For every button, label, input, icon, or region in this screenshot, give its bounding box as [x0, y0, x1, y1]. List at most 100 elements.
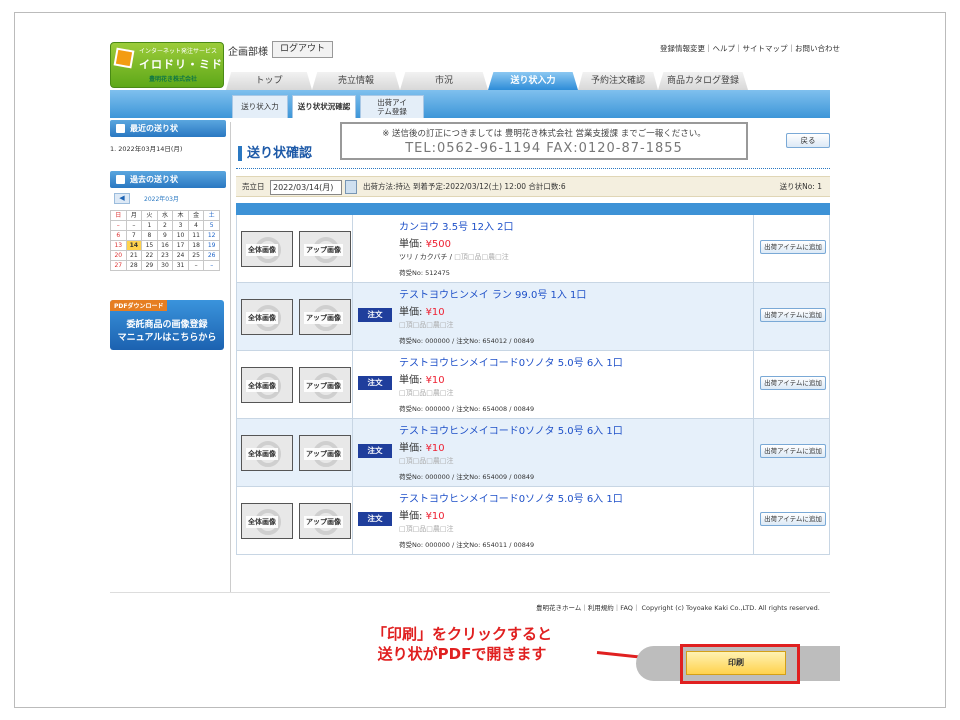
tab-reservation[interactable]: 予約注文確認: [578, 72, 658, 90]
full-image-thumb[interactable]: 全体画像: [241, 231, 293, 267]
item-numbers: 荷受No: 000000 / 注文No: 654008 / 00849: [399, 405, 535, 413]
tab-catalog[interactable]: 商品カタログ登録: [658, 72, 748, 90]
sale-date-input[interactable]: 2022/03/14(月): [270, 180, 342, 195]
prev-month-button[interactable]: ◀: [114, 193, 130, 204]
tab-top[interactable]: トップ: [226, 72, 312, 90]
recent-invoices-header: 最近の送り状: [110, 120, 226, 137]
calendar-week: 27 28 29 30 31 – –: [110, 260, 220, 271]
logo-tagline: インターネット発注サービス: [139, 48, 218, 55]
add-shipping-item-button[interactable]: 出荷アイテムに追加: [760, 240, 826, 254]
weekday-mon: 月: [125, 210, 143, 221]
order-badge: 注文: [358, 444, 392, 458]
up-image-label: アップ画像: [304, 448, 343, 460]
add-shipping-item-button[interactable]: 出荷アイテムに追加: [760, 444, 826, 458]
notice-contact: TEL:0562-96-1194 FAX:0120-87-1855: [405, 141, 683, 156]
table-row: 全体画像 アップ画像 注文 テストヨウヒンメイコード0ソノタ 5.0号 6入 1…: [236, 487, 830, 555]
subtab-shipping-item[interactable]: 出荷アイ テム登録: [360, 95, 424, 118]
back-button[interactable]: 戻る: [786, 133, 830, 148]
item-price: 単価: ¥10: [399, 439, 445, 454]
logout-button[interactable]: ログアウト: [272, 41, 334, 58]
calendar: 日 月 火 水 木 金 土 – – 1 2 3 4 5 6 7 8 9 10 1…: [110, 210, 220, 271]
price-value: ¥10: [425, 375, 445, 386]
price-value: ¥10: [425, 511, 445, 522]
up-image-thumb[interactable]: アップ画像: [299, 299, 351, 335]
up-image-label: アップ画像: [304, 244, 343, 256]
item-name: テストヨウヒンメイ ラン 99.0号 1入 1口: [399, 290, 587, 301]
subtab-shipping-item-l1: 出荷アイ: [377, 98, 407, 107]
up-image-thumb[interactable]: アップ画像: [299, 503, 351, 539]
item-price: 単価: ¥10: [399, 507, 445, 522]
pdf-download-tag: PDFダウンロード: [110, 300, 168, 311]
calendar-day: 3: [172, 220, 189, 231]
action-cell: 出荷アイテムに追加: [753, 487, 829, 554]
full-image-label: 全体画像: [246, 516, 278, 528]
account-name: 企画部様: [228, 47, 268, 58]
calendar-month: 2022年03月: [144, 196, 179, 203]
calendar-day: 1: [141, 220, 158, 231]
full-image-label: 全体画像: [246, 312, 278, 324]
image-cell: 全体画像 アップ画像: [237, 215, 353, 282]
subtab-invoice-input[interactable]: 送り状入力: [232, 95, 288, 118]
tab-market[interactable]: 市況: [400, 72, 488, 90]
price-label: 単価:: [399, 375, 423, 386]
order-badge: 注文: [358, 308, 392, 322]
calendar-day: 16: [156, 240, 174, 251]
tab-invoice-input[interactable]: 送り状入力: [488, 72, 578, 90]
calendar-week: 20 21 22 23 24 25 26: [110, 250, 220, 261]
action-cell: 出荷アイテムに追加: [753, 351, 829, 418]
up-image-thumb[interactable]: アップ画像: [299, 231, 351, 267]
image-cell: 全体画像 アップ画像: [237, 351, 353, 418]
pdf-banner-line1: 委託商品の画像登録: [126, 320, 208, 330]
order-badge: 注文: [358, 376, 392, 390]
brand-logo[interactable]: インターネット発注サービス イロドリ・ミドリ 豊明花き株式会社: [110, 42, 224, 88]
up-image-thumb[interactable]: アップ画像: [299, 435, 351, 471]
full-image-thumb[interactable]: 全体画像: [241, 299, 293, 335]
calendar-day: 20: [110, 250, 127, 261]
calendar-day: 25: [187, 250, 205, 261]
add-shipping-item-button[interactable]: 出荷アイテムに追加: [760, 376, 826, 390]
calendar-day: 29: [141, 260, 158, 271]
subtab-shipping-item-l2: テム登録: [377, 107, 407, 116]
calendar-day: –: [203, 260, 220, 271]
price-label: 単価:: [399, 443, 423, 454]
full-image-thumb[interactable]: 全体画像: [241, 367, 293, 403]
recent-invoice-item[interactable]: 1. 2022年03月14日(月): [110, 137, 226, 171]
recent-invoices-title: 最近の送り状: [130, 124, 178, 133]
table-header: [236, 203, 830, 215]
table-row: 全体画像 アップ画像 注文 テストヨウヒンメイコード0ソノタ 5.0号 6入 1…: [236, 419, 830, 487]
header-links[interactable]: 登録情報変更｜ヘルプ｜サイトマップ｜お問い合わせ: [660, 43, 840, 54]
price-label: 単価:: [399, 239, 423, 250]
action-cell: 出荷アイテムに追加: [753, 215, 829, 282]
item-flags: □頂□品□農□注: [454, 253, 509, 261]
item-numbers: 荷受No: 000000 / 注文No: 654011 / 00849: [399, 541, 535, 549]
full-image-label: 全体画像: [246, 448, 278, 460]
calendar-day: –: [125, 220, 143, 231]
calendar-day: 5: [203, 220, 220, 231]
add-shipping-item-button[interactable]: 出荷アイテムに追加: [760, 308, 826, 322]
calendar-day: 9: [156, 230, 174, 241]
calendar-day: 18: [187, 240, 205, 251]
up-image-thumb[interactable]: アップ画像: [299, 367, 351, 403]
item-options: ツリ / カクバチ / □頂□品□農□注: [399, 252, 509, 262]
subtab-invoice-status[interactable]: 送り状状況確認: [292, 95, 356, 118]
add-shipping-item-button[interactable]: 出荷アイテムに追加: [760, 512, 826, 526]
footer-links[interactable]: 豊明花きホーム｜利用規約｜FAQ｜ Copyright (c) Toyoake …: [536, 602, 820, 612]
nav-bar: [110, 90, 830, 118]
calendar-icon[interactable]: [345, 180, 357, 194]
image-cell: 全体画像 アップ画像: [237, 487, 353, 554]
invoice-info-bar: 売立日 2022/03/14(月) 出荷方法:持込 到着予定:2022/03/1…: [236, 176, 830, 197]
pencil-icon: [116, 124, 125, 133]
divider: [236, 168, 830, 169]
item-numbers: 荷受No: 000000 / 注文No: 654012 / 00849: [399, 337, 535, 345]
full-image-thumb[interactable]: 全体画像: [241, 503, 293, 539]
tab-sales-info[interactable]: 売立情報: [312, 72, 400, 90]
calendar-day-selected[interactable]: 14: [125, 240, 143, 251]
full-image-thumb[interactable]: 全体画像: [241, 435, 293, 471]
pdf-manual-banner[interactable]: PDFダウンロード 委託商品の画像登録 マニュアルはこちらから: [110, 300, 224, 350]
pdf-banner-line2: マニュアルはこちらから: [117, 333, 217, 343]
table-row: 全体画像 アップ画像 注文 テストヨウヒンメイ ラン 99.0号 1入 1口 単…: [236, 283, 830, 351]
full-image-label: 全体画像: [246, 244, 278, 256]
calendar-day: 17: [172, 240, 189, 251]
weekday-wed: 水: [156, 210, 174, 221]
item-numbers: 荷受No: 512475: [399, 269, 450, 277]
